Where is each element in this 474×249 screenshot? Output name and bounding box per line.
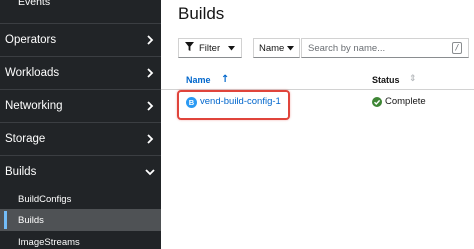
toolbar: Filter Name /	[161, 38, 474, 60]
sidebar-item-events[interactable]: Events	[0, 0, 161, 8]
sidebar-section-label: Storage	[5, 133, 46, 145]
caret-down-icon	[287, 43, 294, 54]
search-input[interactable]	[308, 42, 452, 54]
sidebar-section-label: Networking	[5, 100, 63, 112]
chevron-right-icon	[139, 35, 161, 45]
filter-type-label: Name	[259, 42, 285, 54]
page-title: Builds	[178, 4, 225, 23]
caret-down-icon	[228, 43, 235, 54]
filter-dropdown[interactable]: Filter	[178, 38, 242, 58]
sort-ascending-icon[interactable]: ↑	[221, 74, 229, 85]
chevron-right-icon	[139, 68, 161, 78]
check-circle-icon	[372, 97, 382, 107]
status-text: Complete	[385, 96, 426, 107]
resource-badge: B	[186, 97, 197, 108]
filter-type-select[interactable]: Name	[253, 38, 300, 58]
build-name-link[interactable]: vend-build-config-1	[200, 96, 281, 107]
sidebar: Events Operators Workloads Networking St…	[0, 0, 161, 249]
sidebar-section-operators[interactable]: Operators	[0, 23, 161, 56]
chevron-right-icon	[139, 134, 161, 144]
sidebar-item-label: ImageStreams	[18, 236, 80, 248]
keyboard-shortcut-hint: /	[452, 42, 462, 54]
sidebar-section-storage[interactable]: Storage	[0, 122, 161, 155]
table-row: B vend-build-config-1 Complete	[161, 90, 474, 120]
main-content: Builds Filter Name / Name ↑ Status ⇕	[161, 0, 474, 249]
sidebar-item-label: Builds	[18, 214, 44, 226]
chevron-down-icon	[139, 168, 161, 176]
column-header-status[interactable]: Status	[372, 75, 400, 85]
sidebar-item-builds[interactable]: Builds	[0, 209, 161, 231]
chevron-right-icon	[139, 101, 161, 111]
sidebar-section-label: Workloads	[5, 67, 60, 79]
filter-label: Filter	[199, 42, 221, 54]
sidebar-section-label: Operators	[5, 34, 57, 46]
sidebar-item-label: Events	[18, 0, 51, 8]
sidebar-item-buildconfigs[interactable]: BuildConfigs	[0, 188, 161, 210]
sidebar-section-label: Builds	[5, 166, 37, 178]
sort-icon[interactable]: ⇕	[409, 74, 417, 84]
sidebar-section-builds[interactable]: Builds	[0, 155, 161, 188]
sidebar-section-networking[interactable]: Networking	[0, 89, 161, 122]
sidebar-item-imagestreams[interactable]: ImageStreams	[0, 231, 161, 249]
sidebar-item-label: BuildConfigs	[18, 193, 72, 205]
column-header-name[interactable]: Name	[186, 75, 211, 85]
search-box: /	[301, 38, 469, 58]
table-header: Name ↑ Status ⇕	[161, 72, 474, 90]
sidebar-section-workloads[interactable]: Workloads	[0, 56, 161, 89]
filter-icon	[185, 42, 194, 54]
